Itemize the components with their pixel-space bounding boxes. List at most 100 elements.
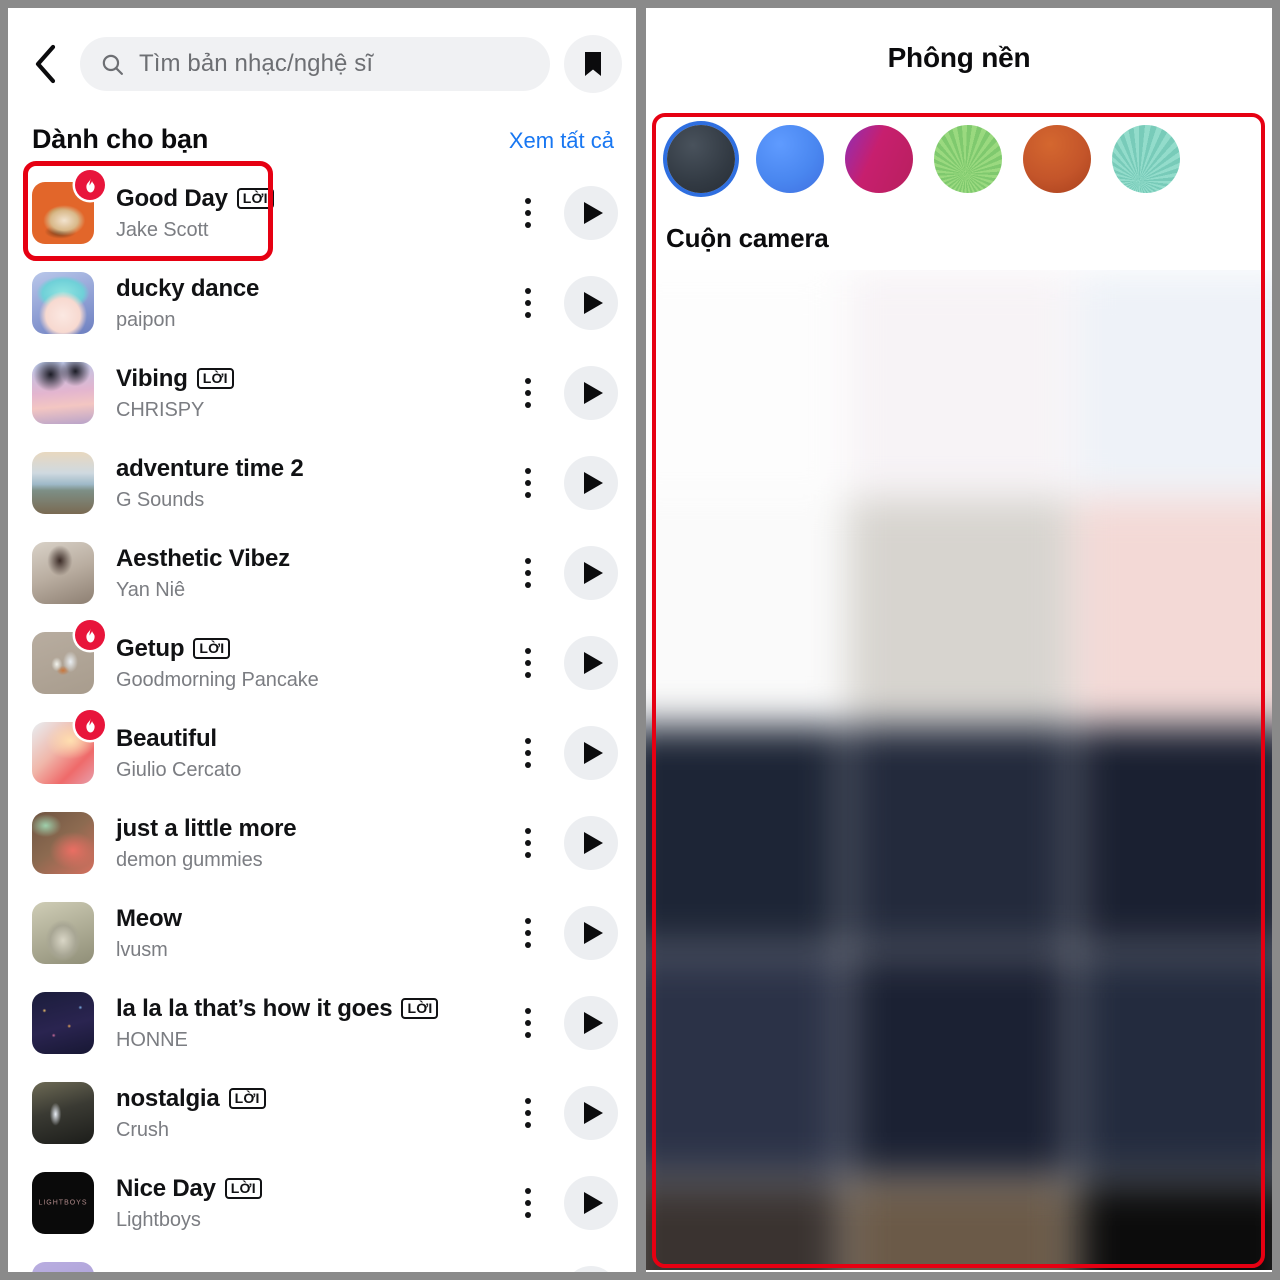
song-title-line: nostalgia LỜI	[116, 1085, 506, 1113]
song-row[interactable]: Vibing LỜI CHRISPY	[8, 348, 636, 438]
play-button[interactable]	[564, 366, 618, 420]
camera-roll-thumbnail[interactable]	[846, 725, 1072, 950]
wallpaper-swatch-teal[interactable]	[1112, 125, 1180, 193]
song-row[interactable]: Getup LỜI Goodmorning Pancake	[8, 618, 636, 708]
song-artist: Crush	[116, 1118, 169, 1141]
camera-roll-thumbnail[interactable]	[1075, 953, 1272, 1177]
play-icon	[584, 1012, 603, 1034]
song-row[interactable]: Meow lvusm	[8, 888, 636, 978]
play-button[interactable]	[564, 546, 618, 600]
song-row[interactable]: nostalgia LỜI Crush	[8, 1068, 636, 1158]
kebab-menu-icon[interactable]	[506, 633, 550, 693]
kebab-menu-icon[interactable]	[506, 813, 550, 873]
camera-roll-thumbnail[interactable]	[646, 725, 843, 950]
flame-icon	[75, 620, 105, 650]
song-meta: just a little more demon gummies	[94, 815, 506, 872]
wallpaper-swatch-dark-slate[interactable]	[667, 125, 735, 193]
wallpaper-header: Phông nền	[646, 8, 1272, 108]
song-row[interactable]: adventure time 2 G Sounds	[8, 438, 636, 528]
play-button[interactable]	[564, 1266, 618, 1272]
play-icon	[584, 652, 603, 674]
song-row[interactable]: just a little more demon gummies	[8, 798, 636, 888]
song-title: ducky dance	[116, 274, 260, 302]
album-art-image	[32, 902, 94, 964]
play-icon	[584, 742, 603, 764]
song-title: la la la that’s how it goes	[116, 994, 393, 1022]
camera-roll-grid[interactable]	[646, 270, 1272, 1270]
play-button[interactable]	[564, 996, 618, 1050]
lyrics-badge: LỜI	[196, 368, 234, 389]
lyrics-badge: LỜI	[193, 638, 231, 659]
wallpaper-swatch-orange[interactable]	[1023, 125, 1091, 193]
camera-roll-thumbnail[interactable]	[846, 1181, 1072, 1270]
camera-roll-thumbnail[interactable]	[646, 1181, 843, 1270]
back-button[interactable]	[26, 40, 66, 88]
screenshot-stage: Tìm bản nhạc/nghệ sĩ Dành cho bạn Xem tấ…	[0, 0, 1280, 1280]
play-button[interactable]	[564, 276, 618, 330]
kebab-menu-icon[interactable]	[506, 1173, 550, 1233]
kebab-menu-icon[interactable]	[506, 1083, 550, 1143]
song-row[interactable]: ducky dance paipon	[8, 258, 636, 348]
see-all-link[interactable]: Xem tất cả	[509, 128, 614, 154]
song-row[interactable]: Aesthetic Vibez Yan Niê	[8, 528, 636, 618]
song-title: Meow	[116, 904, 182, 932]
camera-roll-thumbnail[interactable]	[1075, 725, 1272, 950]
play-icon	[584, 1102, 603, 1124]
camera-roll-thumbnail[interactable]	[646, 497, 843, 722]
play-button[interactable]	[564, 906, 618, 960]
search-input[interactable]: Tìm bản nhạc/nghệ sĩ	[80, 37, 550, 91]
camera-roll-thumbnail[interactable]	[1075, 270, 1272, 494]
play-icon	[584, 472, 603, 494]
camera-roll-thumbnail[interactable]	[1075, 497, 1272, 722]
kebab-menu-icon[interactable]	[506, 183, 550, 243]
kebab-menu-icon[interactable]	[506, 543, 550, 603]
kebab-menu-icon[interactable]	[506, 453, 550, 513]
album-art-image: LIGHTBOYS	[32, 1172, 94, 1234]
kebab-menu-icon[interactable]	[506, 993, 550, 1053]
kebab-menu-icon[interactable]	[506, 723, 550, 783]
song-title: just a little more	[116, 814, 297, 842]
song-title: Good Day	[116, 184, 228, 212]
song-row[interactable]: Good Day LỜI Jake Scott	[8, 168, 636, 258]
album-art	[32, 1082, 94, 1144]
song-artist: G Sounds	[116, 488, 205, 511]
play-button[interactable]	[564, 1086, 618, 1140]
song-row[interactable]: la la la that’s how it goes LỜI HONNE	[8, 978, 636, 1068]
song-meta: Aesthetic Vibez Yan Niê	[94, 545, 506, 602]
wallpaper-swatch-blue[interactable]	[756, 125, 824, 193]
play-button[interactable]	[564, 186, 618, 240]
song-title: Nice Day	[116, 1174, 216, 1202]
album-art	[32, 812, 94, 874]
camera-roll-thumbnail[interactable]	[1075, 1181, 1272, 1270]
kebab-menu-icon[interactable]	[506, 903, 550, 963]
saved-sounds-button[interactable]	[564, 35, 622, 93]
album-art	[32, 1262, 94, 1272]
camera-roll-thumbnail[interactable]	[846, 497, 1072, 722]
album-art	[32, 710, 105, 784]
song-row[interactable]: Beautiful Giulio Cercato	[8, 708, 636, 798]
camera-roll-thumbnail[interactable]	[846, 270, 1072, 494]
camera-roll-thumbnail[interactable]	[846, 953, 1072, 1177]
lyrics-badge: LỜI	[228, 1088, 266, 1109]
album-art	[32, 452, 94, 514]
kebab-menu-icon[interactable]	[506, 1263, 550, 1272]
search-topbar: Tìm bản nhạc/nghệ sĩ	[8, 8, 636, 120]
wallpaper-swatch-magenta[interactable]	[845, 125, 913, 193]
play-button[interactable]	[564, 726, 618, 780]
flame-icon	[75, 710, 105, 740]
camera-roll-thumbnail[interactable]	[646, 270, 843, 494]
kebab-menu-icon[interactable]	[506, 363, 550, 423]
album-art	[32, 620, 105, 694]
play-button[interactable]	[564, 636, 618, 690]
kebab-menu-icon[interactable]	[506, 273, 550, 333]
play-button[interactable]	[564, 1176, 618, 1230]
song-artist: Goodmorning Pancake	[116, 668, 319, 691]
camera-roll-thumbnail[interactable]	[646, 953, 843, 1177]
song-row[interactable]: LIGHTBOYS Nice Day LỜI Lightboys	[8, 1158, 636, 1248]
play-button[interactable]	[564, 456, 618, 510]
album-art	[32, 542, 94, 604]
wallpaper-swatch-green[interactable]	[934, 125, 1002, 193]
song-artist: Giulio Cercato	[116, 758, 242, 781]
play-button[interactable]	[564, 816, 618, 870]
song-row[interactable]: Spy x Family - Kigeki (LoFi Remix)	[8, 1248, 636, 1272]
